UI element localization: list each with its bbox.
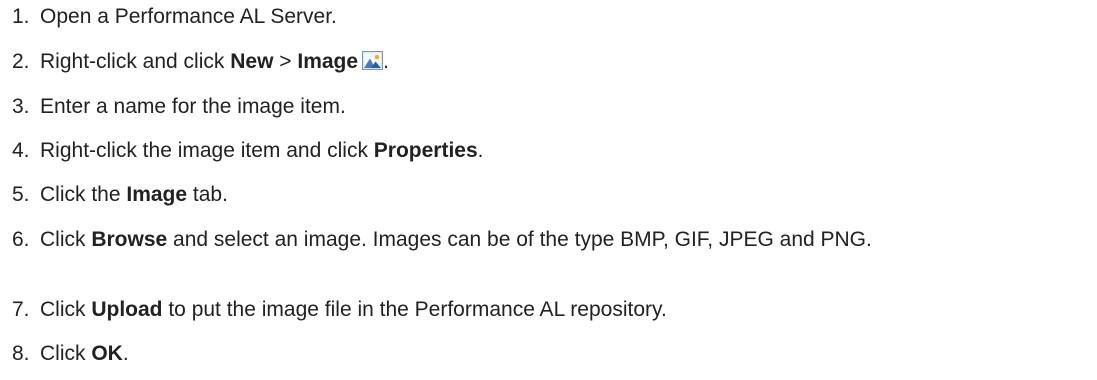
bold-image: Image [297,50,359,73]
step-5: 5. Click the Image tab. [12,182,228,207]
step-4: 4. Right-click the image item and click … [12,138,484,163]
step-number: 5. [12,183,30,206]
step-3: 3. Enter a name for the image item. [12,94,346,119]
step-1: 1. Open a Performance AL Server. [12,4,337,29]
step-text: Click Upload to put the image file in th… [40,298,667,321]
step-number: 7. [12,298,30,321]
bold-ok: OK [91,342,123,365]
step-text: Enter a name for the image item. [40,95,346,118]
step-7: 7. Click Upload to put the image file in… [12,297,667,322]
step-text: Right-click the image item and click Pro… [40,139,484,162]
bold-upload: Upload [91,298,163,321]
step-text: Click Browse and select an image. Images… [40,228,872,251]
step-number: 2. [12,50,30,73]
step-number: 3. [12,95,30,118]
step-6: 6. Click Browse and select an image. Ima… [12,227,1070,252]
step-text: Click the Image tab. [40,183,228,206]
bold-browse: Browse [91,228,168,251]
bold-new: New [230,50,274,73]
step-8: 8. Click OK. [12,341,129,366]
step-text: Right-click and click New > Image. [40,50,389,73]
bold-image-tab: Image [126,183,188,206]
step-number: 1. [12,5,30,28]
step-number: 8. [12,342,30,365]
step-2: 2. Right-click and click New > Image. [12,49,389,74]
image-icon [362,51,384,70]
step-number: 6. [12,228,30,251]
bold-properties: Properties [373,139,478,162]
step-text: Open a Performance AL Server. [40,5,337,28]
step-text: Click OK. [40,342,129,365]
step-number: 4. [12,139,30,162]
